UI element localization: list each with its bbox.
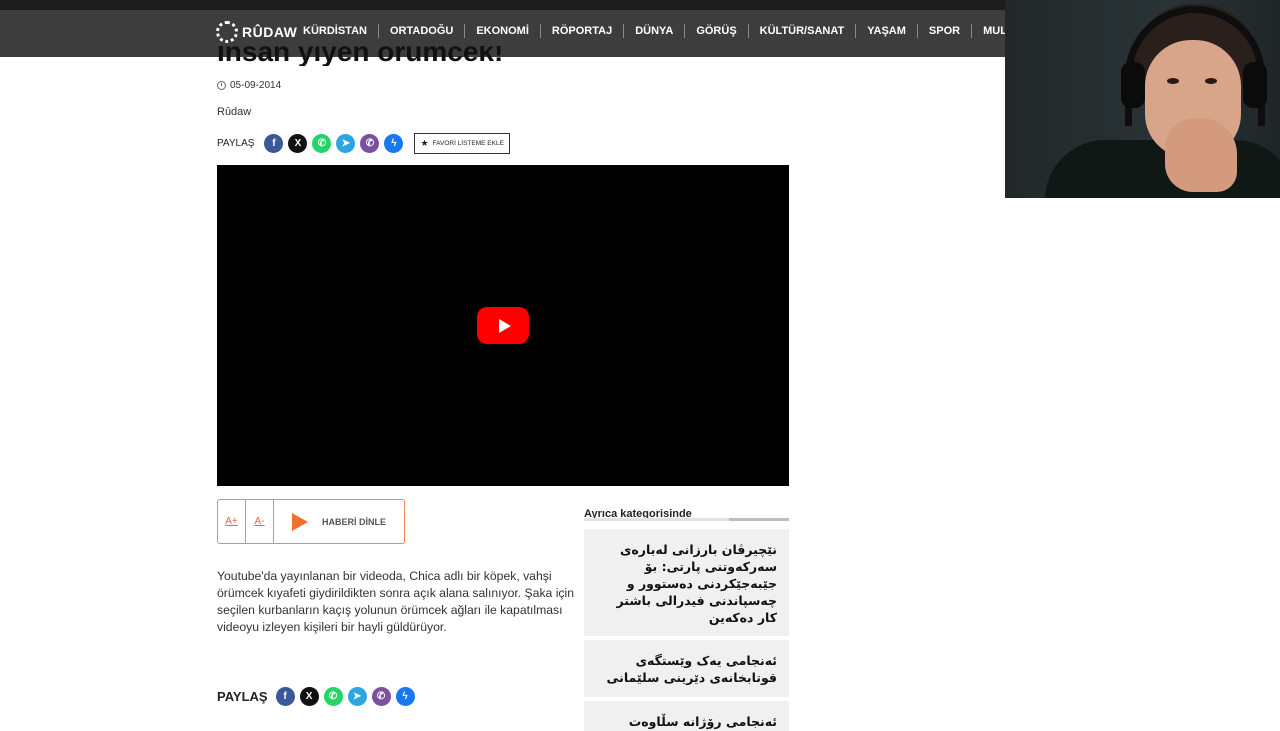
listen-label: HABERİ DİNLE	[322, 516, 387, 527]
share-label: PAYLAŞ	[217, 689, 268, 704]
nav-item-ortadogu[interactable]: ORTADOĞU	[379, 25, 464, 37]
article-author: Rûdaw	[217, 106, 252, 118]
star-icon: ★	[420, 138, 429, 148]
video-player[interactable]	[217, 165, 789, 486]
listen-news-button[interactable]: HABERİ DİNLE	[274, 512, 387, 531]
browser-strip	[0, 0, 1005, 10]
x-icon[interactable]: X	[299, 687, 319, 706]
nav-item-yasam[interactable]: YAŞAM	[856, 25, 917, 37]
webcam-person-hand	[1165, 118, 1237, 192]
font-increase-button[interactable]: A+	[218, 500, 246, 543]
viber-icon[interactable]: ✆	[360, 134, 380, 153]
nav-item-spor[interactable]: SPOR	[918, 25, 971, 37]
telegram-icon[interactable]: ➤	[347, 687, 367, 706]
logo-text: RÛDAW	[242, 24, 298, 40]
nav-item-dunya[interactable]: DÜNYA	[624, 25, 684, 37]
messenger-icon[interactable]: ϟ	[384, 134, 404, 153]
add-favorite-button[interactable]: ★ FAVORİ LİSTEME EKLE	[414, 133, 510, 154]
main-menu: KÜRDİSTAN ORTADOĞU EKONOMİ RÖPORTAJ DÜNY…	[292, 24, 1066, 38]
sidebar-divider	[584, 518, 789, 521]
play-icon	[292, 512, 308, 531]
sidebar-card[interactable]: ئەنجامی یەک وێستگەی قوتابخانەی دێرینی سل…	[584, 640, 789, 697]
share-label: PAYLAŞ	[217, 138, 255, 149]
share-row-top: PAYLAŞ f X ✆ ➤ ✆ ϟ ★ FAVORİ LİSTEME EKLE	[217, 133, 510, 154]
webcam-overlay	[1005, 0, 1280, 198]
x-icon[interactable]: X	[288, 134, 308, 153]
headphone-cup	[1243, 62, 1267, 108]
nav-item-kultur-sanat[interactable]: KÜLTÜR/SANAT	[749, 25, 856, 37]
logo-sun-icon	[216, 21, 238, 43]
youtube-play-button[interactable]	[477, 307, 529, 344]
nav-item-roportaj[interactable]: RÖPORTAJ	[541, 25, 623, 37]
nav-item-ekonomi[interactable]: EKONOMİ	[465, 25, 540, 37]
telegram-icon[interactable]: ➤	[336, 134, 356, 153]
viber-icon[interactable]: ✆	[371, 687, 391, 706]
audio-controls: A+ A- HABERİ DİNLE	[217, 499, 405, 544]
play-icon	[498, 318, 511, 333]
nav-item-kurdistan[interactable]: KÜRDİSTAN	[292, 25, 378, 37]
sidebar-card[interactable]: ئەنجامی رۆژانە سڵاوەت پەیوەندی	[584, 701, 789, 731]
facebook-icon[interactable]: f	[275, 687, 295, 706]
facebook-icon[interactable]: f	[264, 134, 284, 153]
clock-icon	[217, 81, 226, 90]
article-date: 05-09-2014	[217, 80, 281, 91]
rudaw-logo[interactable]: RÛDAW	[216, 16, 297, 48]
sidebar-card[interactable]: نێچیرڤان بارزانی لەبارەی سەرکەوتنی پارتی…	[584, 529, 789, 636]
nav-item-gorus[interactable]: GÖRÜŞ	[685, 25, 747, 37]
messenger-icon[interactable]: ϟ	[395, 687, 415, 706]
font-decrease-button[interactable]: A-	[246, 500, 274, 543]
whatsapp-icon[interactable]: ✆	[323, 687, 343, 706]
whatsapp-icon[interactable]: ✆	[312, 134, 332, 153]
date-text: 05-09-2014	[230, 80, 282, 91]
favorite-label: FAVORİ LİSTEME EKLE	[432, 140, 504, 147]
headphone-cup	[1121, 62, 1145, 108]
article-body: Youtube'da yayınlanan bir videoda, Chica…	[217, 569, 574, 634]
share-row-bottom: PAYLAŞ f X ✆ ➤ ✆ ϟ	[217, 687, 420, 706]
